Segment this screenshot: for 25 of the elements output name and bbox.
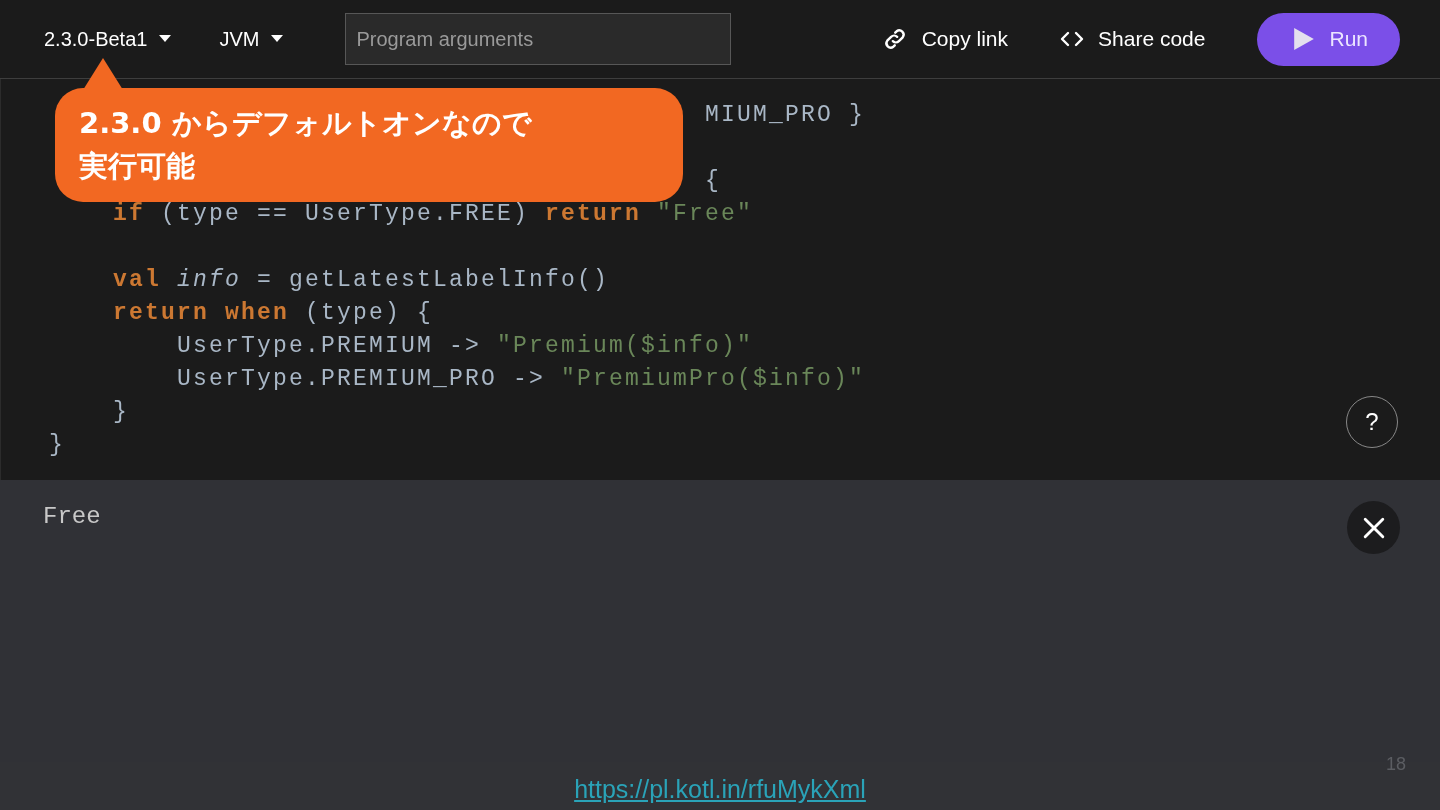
code-line: } bbox=[113, 398, 129, 427]
code-line: UserType.PREMIUM -> "Premium($info)" bbox=[177, 332, 754, 361]
play-icon bbox=[1293, 27, 1316, 51]
caret-icon bbox=[271, 35, 284, 43]
code-line: } bbox=[49, 431, 65, 460]
share-code-button[interactable]: Share code bbox=[1098, 27, 1206, 51]
program-arguments-field[interactable]: Program arguments bbox=[345, 13, 732, 65]
code-line: MIUM_PRO } bbox=[705, 101, 866, 130]
run-button[interactable]: Run bbox=[1257, 12, 1400, 66]
code-line: val info = getLatestLabelInfo() bbox=[113, 266, 610, 295]
version-dropdown[interactable]: 2.3.0-Beta1 bbox=[30, 21, 186, 57]
code-line: return when (type) { bbox=[113, 299, 434, 328]
output-text: Free bbox=[43, 502, 101, 532]
callout-text: 2.3.0 からデフォルトオンなので bbox=[79, 105, 532, 142]
close-icon bbox=[1362, 516, 1385, 539]
code-line: { bbox=[705, 167, 721, 196]
code-line: if (type == UserType.FREE) return "Free" bbox=[113, 200, 754, 229]
code-line: UserType.PREMIUM_PRO -> "PremiumPro($info)" bbox=[177, 365, 866, 394]
callout-text: 実行可能 bbox=[79, 148, 195, 185]
target-dropdown[interactable]: JVM bbox=[205, 21, 298, 57]
close-button[interactable] bbox=[1347, 501, 1400, 554]
caret-icon bbox=[159, 35, 172, 43]
url-link[interactable]: https://pl.kotl.in/rfuMykXml bbox=[574, 775, 866, 804]
help-button[interactable]: ? bbox=[1346, 396, 1398, 448]
copy-link-button[interactable]: Copy link bbox=[921, 27, 1009, 51]
